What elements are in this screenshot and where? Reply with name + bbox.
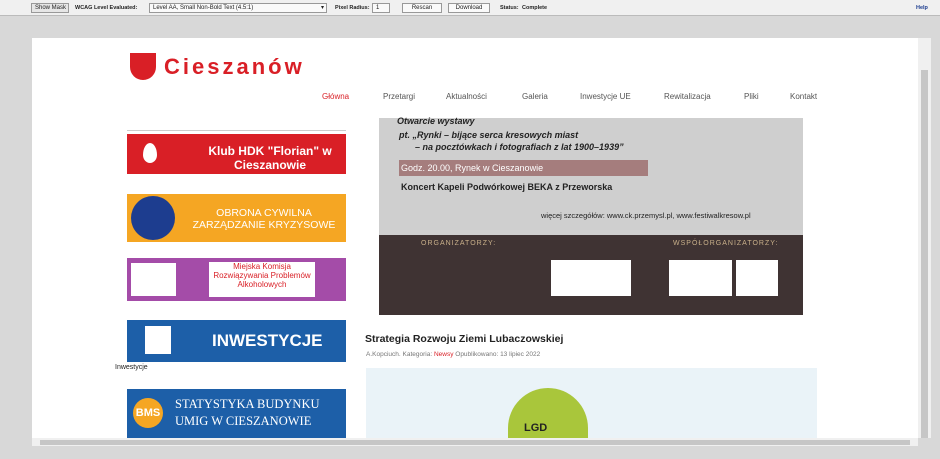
- article-category[interactable]: Newsy: [434, 351, 454, 358]
- lgd-logo: [508, 388, 588, 438]
- co-organizers-label: WSPÓŁORGANIZATORZY:: [673, 240, 779, 247]
- banner-komisja[interactable]: Miejska Komisja Rozwiązywania Problemów …: [127, 258, 346, 301]
- poster-line3: – na pocztówkach i fotografiach z lat 19…: [415, 142, 624, 152]
- civil-defence-icon: [131, 196, 175, 240]
- nav-item-przetargi[interactable]: Przetargi: [383, 92, 415, 101]
- article-meta: A.Kopciuch. Kategoria: Newsy Opublikowan…: [366, 351, 540, 358]
- article-author: A.Kopciuch. Kategoria:: [366, 351, 433, 358]
- site-logo[interactable]: Cieszanów: [164, 54, 305, 80]
- article-title[interactable]: Strategia Rozwoju Ziemi Lubaczowskiej: [365, 333, 563, 345]
- wcag-label: WCAG Level Evaluated:: [75, 5, 138, 11]
- cieszanow-crest-logo: [669, 260, 732, 296]
- poster-line6: więcej szczegółów: www.ck.przemysl.pl, w…: [541, 211, 751, 220]
- nav-item-aktualnosci[interactable]: Aktualności: [446, 92, 487, 101]
- show-mask-button[interactable]: Show Mask: [31, 3, 69, 13]
- download-button[interactable]: Download: [448, 3, 490, 13]
- banner-komisja-label: Miejska Komisja Rozwiązywania Problemów …: [209, 262, 315, 297]
- culture-centre-logo: [736, 260, 778, 296]
- status-value: Complete: [522, 5, 548, 11]
- no-alcohol-icon: [131, 263, 176, 296]
- wcag-level-select[interactable]: Level AA, Small Non-Bold Text (4.5:1) ▾: [149, 3, 327, 13]
- status-label: Status:: [500, 5, 519, 11]
- poster-organizers-band: ORGANIZATORZY: WSPÓŁORGANIZATORZY:: [379, 235, 803, 315]
- nav-item-galeria[interactable]: Galeria: [522, 92, 548, 101]
- radius-label: Pixel Radius:: [335, 5, 370, 11]
- banner-statystyka-label: STATYSTYKA BUDYNKU UMIG W CIESZANOWIE: [175, 397, 320, 428]
- organizers-label: ORGANIZATORZY:: [421, 240, 497, 247]
- wcag-toolbar: Show Mask WCAG Level Evaluated: Level AA…: [0, 0, 940, 16]
- banner-statystyka[interactable]: BMS STATYSTYKA BUDYNKU UMIG W CIESZANOWI…: [127, 389, 346, 438]
- nav-item-kontakt[interactable]: Kontakt: [790, 92, 817, 101]
- nav-item-pliki[interactable]: Pliki: [744, 92, 759, 101]
- nav-item-glowna[interactable]: Główna: [322, 92, 349, 101]
- town-crest: [130, 53, 156, 80]
- banner-inwestycje-label: INWESTYCJE: [212, 331, 323, 350]
- inwestycje-caption[interactable]: Inwestycje: [115, 364, 148, 371]
- poster-line1: Otwarcie wystawy: [397, 116, 475, 126]
- drop-icon: [143, 143, 157, 163]
- radius-value: 1: [376, 5, 380, 11]
- exhibition-poster: Otwarcie wystawy pt. „Rynki – bijące ser…: [379, 116, 803, 315]
- poster-line2: pt. „Rynki – bijące serca kresowych mias…: [399, 130, 579, 140]
- banner-obrona-label: OBRONA CYWILNA ZARZĄDZANIE KRYZYSOWE: [192, 207, 336, 231]
- lgd-label: LGD: [524, 422, 548, 434]
- poster-line5: Koncert Kapeli Podwórkowej BEKA z Przewo…: [401, 182, 613, 192]
- wcag-level-value: Level AA, Small Non-Bold Text (4.5:1): [153, 5, 254, 11]
- chevron-down-icon: ▾: [320, 5, 324, 11]
- article-date: Opublikowano: 13 lipiec 2022: [455, 351, 541, 358]
- bms-logo: BMS: [133, 398, 163, 428]
- nav-item-inwestycje-ue[interactable]: Inwestycje UE: [580, 92, 631, 101]
- main-nav: Główna Przetargi Aktualności Galeria Inw…: [32, 92, 918, 108]
- poster-line4: Godz. 20.00, Rynek w Cieszanowie: [399, 160, 648, 176]
- vertical-scrollbar-thumb[interactable]: [921, 70, 928, 438]
- banner-klub-label: Klub HDK "Florian" w Cieszanowie: [208, 144, 332, 172]
- banner-inwestycje[interactable]: INWESTYCJE: [127, 320, 346, 362]
- house-icon: [145, 326, 171, 354]
- horizontal-scrollbar-thumb[interactable]: [40, 440, 910, 445]
- help-link[interactable]: Help: [916, 5, 928, 11]
- radius-select[interactable]: 1: [372, 3, 390, 13]
- banner-obrona[interactable]: OBRONA CYWILNA ZARZĄDZANIE KRYZYSOWE: [127, 194, 346, 242]
- article-image: LGD: [366, 368, 817, 438]
- podkarpackie-logo: [551, 260, 631, 296]
- divider: [127, 121, 346, 131]
- banner-klub[interactable]: Klub HDK "Florian" w Cieszanowie: [127, 134, 346, 174]
- rescan-button[interactable]: Rescan: [402, 3, 442, 13]
- nav-item-rewitalizacja[interactable]: Rewitalizacja: [664, 92, 711, 101]
